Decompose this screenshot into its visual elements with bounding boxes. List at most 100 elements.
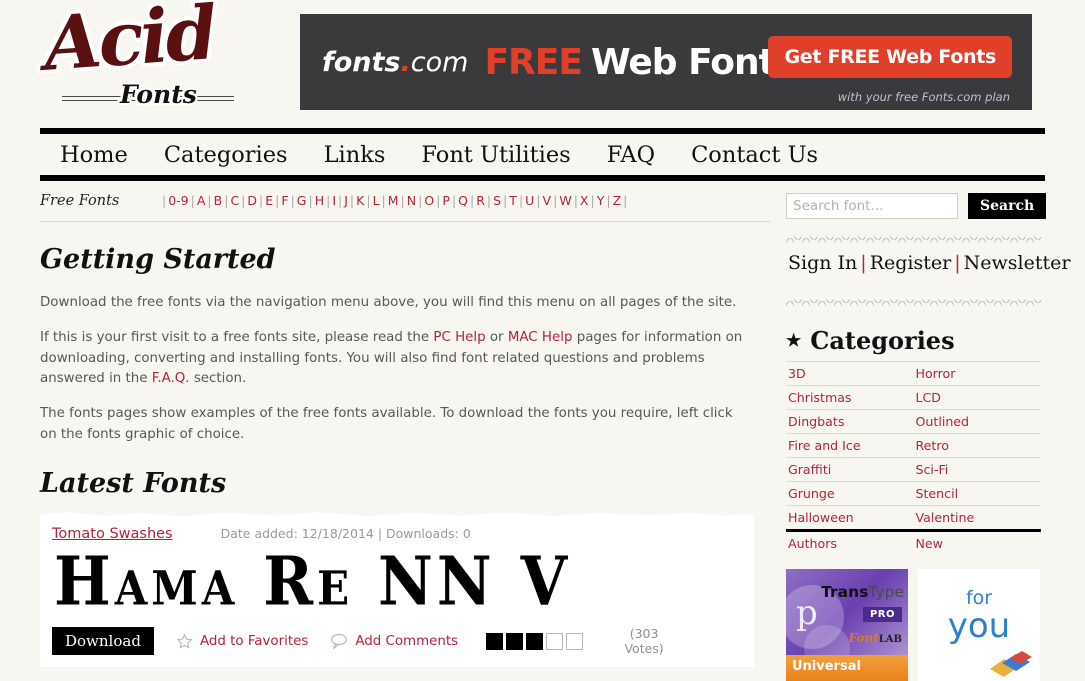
alphabet-label: Free Fonts <box>40 193 120 209</box>
category-cell: Graffiti <box>786 457 914 482</box>
alphabet-link-0-9[interactable]: 0-9 <box>166 193 190 208</box>
alphabet-link-b[interactable]: B <box>212 193 225 208</box>
category-link-new[interactable]: New <box>916 536 943 551</box>
category-link-lcd[interactable]: LCD <box>916 390 942 405</box>
rating-square-4[interactable] <box>546 632 564 650</box>
nav-item-home[interactable]: Home <box>60 142 128 168</box>
search-input[interactable] <box>786 193 958 219</box>
font-card-header: Tomato Swashes Date added: 12/18/2014 | … <box>40 517 754 542</box>
font-name-link[interactable]: Tomato Swashes <box>52 526 173 542</box>
category-link-outlined[interactable]: Outlined <box>916 414 970 429</box>
rating-square-3[interactable] <box>526 632 544 650</box>
category-link-retro[interactable]: Retro <box>916 438 949 453</box>
rating-square-2[interactable] <box>506 632 524 650</box>
banner-cta-button[interactable]: Get FREE Web Fonts <box>768 36 1012 78</box>
mac-help-link[interactable]: MAC Help <box>508 330 573 345</box>
category-link-fire-and-ice[interactable]: Fire and Ice <box>788 438 861 453</box>
nav-item-font-utilities[interactable]: Font Utilities <box>421 142 570 168</box>
category-link-halloween[interactable]: Halloween <box>788 510 854 525</box>
getting-started-heading: Getting Started <box>40 244 276 275</box>
alphabet-link-z[interactable]: Z <box>611 193 624 208</box>
alphabet-link-a[interactable]: A <box>195 193 208 208</box>
download-button[interactable]: Download <box>52 627 154 656</box>
site-logo[interactable]: Acid Fonts <box>0 0 300 122</box>
alphabet-link-w[interactable]: W <box>557 193 573 208</box>
rating-square-5[interactable] <box>566 632 584 650</box>
alphabet-navigation: Free Fonts | 0-9 | A | B | C | D | E | F | G | H | I | J | K | L |… <box>40 181 770 215</box>
category-cell: Sci-Fi <box>913 457 1041 482</box>
category-link-3d[interactable]: 3D <box>788 366 806 381</box>
alphabet-link-n[interactable]: N <box>405 193 418 208</box>
alphabet-link-l[interactable]: L <box>371 193 382 208</box>
category-link-graffiti[interactable]: Graffiti <box>788 462 831 477</box>
alphabet-link-j[interactable]: J <box>342 193 350 208</box>
category-link-stencil[interactable]: Stencil <box>916 486 959 501</box>
font-preview-image[interactable]: Hama Re NN V <box>40 542 754 619</box>
alphabet-links: | 0-9 | A | B | C | D | E | F | G | H | I | J | K | L | M | N | O | P | Q | R… <box>162 193 627 208</box>
category-link-christmas[interactable]: Christmas <box>788 390 852 405</box>
alphabet-link-g[interactable]: G <box>295 193 309 208</box>
alphabet-link-u[interactable]: U <box>523 193 536 208</box>
alphabet-link-c[interactable]: C <box>228 193 241 208</box>
alphabet-link-p[interactable]: P <box>440 193 452 208</box>
alphabet-link-i[interactable]: I <box>330 193 338 208</box>
fontlab-logo: FontLAB <box>849 631 902 645</box>
alphabet-divider <box>40 221 770 222</box>
add-comments-link[interactable]: Add Comments <box>330 633 458 650</box>
alphabet-link-k[interactable]: K <box>354 193 366 208</box>
category-cell: Retro <box>913 433 1041 458</box>
books-icon <box>990 651 1032 677</box>
category-cell: Stencil <box>913 481 1041 506</box>
category-row: Graffiti Sci-Fi <box>786 457 1041 482</box>
category-cell: New <box>913 529 1041 555</box>
pc-help-link[interactable]: PC Help <box>433 330 485 345</box>
alphabet-link-m[interactable]: M <box>386 193 401 208</box>
register-link[interactable]: Register <box>870 252 952 274</box>
banner-ad[interactable]: fonts.com FREE Web Fonts Get FREE Web Fo… <box>300 14 1032 110</box>
alphabet-link-y[interactable]: Y <box>595 193 607 208</box>
transtype-ad[interactable]: p TransType PRO FontLAB Universal <box>786 569 908 681</box>
category-link-authors[interactable]: Authors <box>788 536 837 551</box>
for-you-ad[interactable]: for you <box>918 569 1040 681</box>
nav-item-contact-us[interactable]: Contact Us <box>691 142 818 168</box>
alphabet-link-x[interactable]: X <box>578 193 591 208</box>
search-button[interactable]: Search <box>968 193 1047 219</box>
account-divider-1: | <box>860 252 867 274</box>
category-row: Halloween Valentine <box>786 505 1041 531</box>
alphabet-link-q[interactable]: Q <box>456 193 470 208</box>
add-to-favorites-link[interactable]: Add to Favorites <box>176 633 308 650</box>
rating-square-1[interactable] <box>486 632 504 650</box>
transtype-footer-band: Universal <box>786 655 908 681</box>
getting-started-paragraph-1: Download the free fonts via the navigati… <box>40 295 737 310</box>
category-link-valentine[interactable]: Valentine <box>916 510 975 525</box>
gs-p2-text-b: or <box>485 329 508 345</box>
category-link-horror[interactable]: Horror <box>916 366 956 381</box>
alphabet-link-o[interactable]: O <box>422 193 436 208</box>
banner-brand: fonts.com <box>322 47 468 78</box>
alphabet-link-e[interactable]: E <box>263 193 275 208</box>
newsletter-link[interactable]: Newsletter <box>964 252 1071 274</box>
alphabet-link-r[interactable]: R <box>474 193 487 208</box>
rating-widget[interactable] <box>486 632 584 650</box>
category-link-grunge[interactable]: Grunge <box>788 486 835 501</box>
faq-link[interactable]: F.A.Q. <box>152 371 190 386</box>
sign-in-link[interactable]: Sign In <box>788 252 857 274</box>
banner-free-text: FREE <box>484 41 582 83</box>
alphabet-link-t[interactable]: T <box>507 193 519 208</box>
transtype-title: TransType <box>821 583 904 601</box>
alphabet-link-h[interactable]: H <box>313 193 326 208</box>
alphabet-link-f[interactable]: F <box>279 193 290 208</box>
gs-p2-text-a: If this is your first visit to a free fo… <box>40 329 434 345</box>
sidebar-ads: p TransType PRO FontLAB Universal for yo… <box>786 569 1045 681</box>
alphabet-link-s[interactable]: S <box>491 193 503 208</box>
nav-item-links[interactable]: Links <box>324 142 386 168</box>
nav-item-categories[interactable]: Categories <box>164 142 288 168</box>
nav-item-faq[interactable]: FAQ <box>607 142 655 168</box>
alphabet-link-d[interactable]: D <box>245 193 259 208</box>
latest-fonts-heading: Latest Fonts <box>40 467 227 499</box>
category-link-dingbats[interactable]: Dingbats <box>788 414 844 429</box>
alphabet-separator: | <box>536 193 541 208</box>
alphabet-link-v[interactable]: V <box>541 193 554 208</box>
category-link-sci-fi[interactable]: Sci-Fi <box>916 462 949 477</box>
account-divider-2: | <box>954 252 961 274</box>
